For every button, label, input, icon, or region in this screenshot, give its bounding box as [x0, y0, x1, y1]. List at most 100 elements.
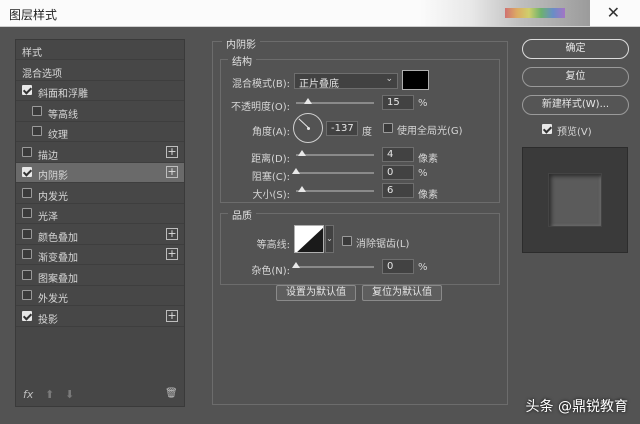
- style-checkbox[interactable]: [22, 249, 32, 259]
- choke-slider-thumb[interactable]: [292, 168, 300, 174]
- style-item-label: 纹理: [48, 130, 68, 141]
- style-checkbox[interactable]: [22, 228, 32, 239]
- preview-swatch: [548, 173, 602, 227]
- noise-input[interactable]: 0: [382, 259, 414, 274]
- style-checkbox[interactable]: [22, 208, 32, 218]
- size-label: 大小(S):: [252, 190, 290, 201]
- style-checkbox[interactable]: [22, 290, 32, 300]
- style-item[interactable]: 混合选项: [16, 61, 184, 81]
- reset-to-default-button[interactable]: 复位为默认值: [362, 285, 442, 301]
- title-bar: 图层样式 ✕: [0, 0, 640, 27]
- global-light-checkbox[interactable]: [383, 123, 393, 133]
- style-item[interactable]: 样式: [16, 40, 184, 60]
- contour-label: 等高线:: [256, 240, 290, 251]
- opacity-input[interactable]: 15: [382, 95, 414, 110]
- style-item-label: 内发光: [38, 191, 68, 203]
- style-item[interactable]: 内阴影 +: [16, 163, 184, 183]
- structure-heading: 结构: [228, 53, 256, 68]
- style-item[interactable]: 等高线: [16, 102, 184, 122]
- contour-thumbnail[interactable]: [294, 225, 324, 253]
- choke-unit: %: [418, 168, 428, 179]
- color-strip: [505, 8, 565, 18]
- distance-slider-thumb[interactable]: [298, 150, 306, 156]
- blend-mode-select[interactable]: 正片叠底 ⌄: [294, 73, 398, 90]
- style-checkbox[interactable]: [22, 146, 32, 157]
- blend-mode-label: 混合模式(B):: [231, 79, 290, 90]
- angle-dial-center: [307, 127, 310, 130]
- size-unit: 像素: [418, 190, 438, 201]
- style-item-label: 投影: [38, 314, 58, 326]
- choke-input[interactable]: 0: [382, 165, 414, 180]
- inner-shadow-heading: 内阴影: [222, 36, 260, 51]
- style-item[interactable]: 纹理: [16, 122, 184, 142]
- shadow-color-swatch[interactable]: [402, 70, 429, 90]
- make-default-button[interactable]: 设置为默认值: [276, 285, 356, 301]
- antialias-checkbox[interactable]: [342, 236, 352, 246]
- style-checkbox[interactable]: [32, 105, 42, 116]
- distance-unit: 像素: [418, 154, 438, 165]
- blend-mode-value: 正片叠底: [299, 79, 339, 90]
- close-icon[interactable]: ✕: [607, 3, 620, 23]
- preview-checkbox[interactable]: [542, 124, 552, 134]
- contour-dropdown[interactable]: ⌄: [325, 225, 334, 253]
- style-item-label: 混合选项: [22, 68, 62, 80]
- add-effect-icon[interactable]: +: [166, 227, 178, 240]
- style-item[interactable]: 投影 +: [16, 307, 184, 327]
- size-input[interactable]: 6: [382, 183, 414, 198]
- distance-label: 距离(D):: [251, 154, 290, 165]
- reset-button[interactable]: 复位: [522, 67, 629, 87]
- style-item[interactable]: 描边 +: [16, 143, 184, 163]
- size-slider[interactable]: [296, 190, 374, 192]
- add-effect-icon[interactable]: +: [166, 248, 178, 260]
- add-effect-icon[interactable]: +: [166, 166, 178, 178]
- style-item-label: 描边: [38, 150, 58, 162]
- styles-footer: fx ⬆ ⬇ 🗑: [15, 385, 185, 407]
- style-checkbox[interactable]: [22, 310, 32, 321]
- add-effect-icon[interactable]: +: [166, 145, 178, 158]
- angle-unit: 度: [362, 127, 372, 138]
- angle-dial[interactable]: [293, 113, 323, 143]
- style-checkbox[interactable]: [22, 187, 32, 198]
- window-title: 图层样式: [9, 8, 58, 22]
- global-light-label: 使用全局光(G): [397, 126, 463, 137]
- style-preview: [522, 147, 628, 253]
- noise-label: 杂色(N):: [251, 266, 290, 277]
- trash-icon[interactable]: 🗑: [165, 388, 178, 399]
- style-item-label: 样式: [22, 48, 42, 59]
- new-style-button[interactable]: 新建样式(W)...: [522, 95, 629, 115]
- style-item-label: 颜色叠加: [38, 232, 78, 244]
- preview-label: 预览(V): [557, 127, 592, 138]
- fx-icon[interactable]: fx: [23, 388, 33, 401]
- style-item[interactable]: 图案叠加: [16, 266, 184, 286]
- noise-slider-thumb[interactable]: [292, 262, 300, 268]
- style-item[interactable]: 颜色叠加 +: [16, 225, 184, 245]
- noise-unit: %: [418, 262, 428, 273]
- style-item-label: 渐变叠加: [38, 253, 78, 264]
- style-checkbox[interactable]: [22, 167, 32, 177]
- style-item[interactable]: 内发光: [16, 184, 184, 204]
- ok-button[interactable]: 确定: [522, 39, 629, 59]
- style-item[interactable]: 渐变叠加 +: [16, 245, 184, 265]
- watermark: 头条 @鼎锐教育: [525, 399, 628, 415]
- noise-slider[interactable]: [296, 266, 374, 268]
- distance-input[interactable]: 4: [382, 147, 414, 162]
- angle-input[interactable]: -137: [326, 121, 358, 136]
- add-effect-icon[interactable]: +: [166, 309, 178, 322]
- styles-list: 样式混合选项 斜面和浮雕 等高线纹理描边 + 内阴影 + 内发光 光泽颜色叠加 + 渐变叠加 + 图案…: [15, 39, 185, 407]
- distance-slider[interactable]: [296, 154, 374, 156]
- opacity-slider-thumb[interactable]: [303, 98, 312, 104]
- move-up-icon[interactable]: ⬆: [45, 388, 54, 401]
- size-slider-thumb[interactable]: [298, 186, 306, 192]
- style-checkbox[interactable]: [32, 126, 42, 136]
- style-item-label: 内阴影: [38, 171, 68, 182]
- layer-style-dialog: 样式混合选项 斜面和浮雕 等高线纹理描边 + 内阴影 + 内发光 光泽颜色叠加 + 渐变叠加 + 图案…: [0, 27, 640, 424]
- move-down-icon[interactable]: ⬇: [65, 388, 74, 401]
- style-checkbox[interactable]: [22, 269, 32, 280]
- linear-contour-icon: [297, 227, 323, 252]
- style-checkbox[interactable]: [22, 85, 32, 95]
- quality-heading: 品质: [228, 207, 256, 222]
- choke-slider[interactable]: [296, 172, 374, 174]
- style-item[interactable]: 光泽: [16, 204, 184, 224]
- style-item[interactable]: 外发光: [16, 286, 184, 306]
- style-item[interactable]: 斜面和浮雕: [16, 81, 184, 101]
